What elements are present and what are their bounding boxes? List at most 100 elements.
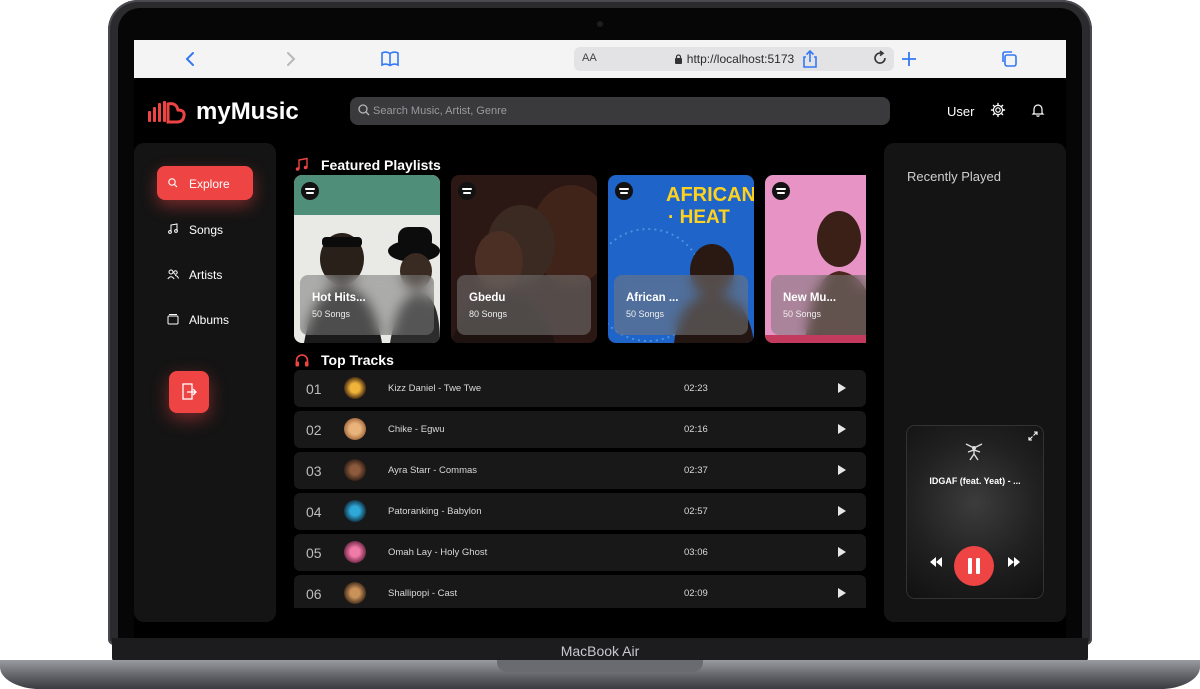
track-number: 06 [306,586,322,602]
svg-text:· HEAT: · HEAT [668,207,730,228]
top-tracks-heading: Top Tracks [321,352,394,368]
play-icon[interactable] [837,505,847,517]
spotify-icon [772,182,790,200]
track-number: 02 [306,422,322,438]
sidebar-item-label: Explore [189,177,230,191]
lock-icon [674,54,682,64]
sidebar-item-artists[interactable]: Artists [157,257,253,291]
recently-played-heading: Recently Played [907,169,1001,184]
track-artwork [344,541,366,563]
now-playing-title: IDGAF (feat. Yeat) - ... [929,476,1021,486]
music-notes-icon [295,157,308,171]
sidebar: Explore Songs Artists Albums [134,143,276,622]
brand-name: myMusic [196,98,299,125]
back-icon[interactable] [181,49,201,69]
new-tab-icon[interactable] [899,49,919,69]
spotify-icon [301,182,319,200]
play-icon[interactable] [837,382,847,394]
track-duration: 02:23 [684,383,708,394]
sidebar-item-albums[interactable]: Albums [157,302,253,336]
track-duration: 02:37 [684,465,708,476]
playlist-name: Hot Hits... [312,292,366,304]
fast-forward-icon[interactable] [1007,556,1021,568]
users-icon [167,269,179,280]
headphones-icon [295,354,309,367]
track-row[interactable]: 01 Kizz Daniel - Twe Twe 02:23 [294,370,866,407]
logout-button[interactable] [169,371,209,413]
bookmarks-icon[interactable] [380,49,400,69]
play-icon[interactable] [837,464,847,476]
track-duration: 02:09 [684,588,708,599]
playlist-info: African ... 50 Songs [614,275,748,335]
track-number: 05 [306,545,322,561]
track-duration: 03:06 [684,547,708,558]
brand-logo-icon [148,101,186,124]
search-input[interactable]: Search Music, Artist, Genre [350,97,890,125]
settings-gear-icon[interactable] [990,102,1006,118]
track-row[interactable]: 05 Omah Lay - Holy Ghost 03:06 [294,534,866,571]
music-note-icon [168,223,178,234]
search-icon [358,104,370,116]
expand-icon[interactable] [1028,431,1038,441]
logout-icon [182,383,197,400]
pause-button[interactable] [954,546,994,586]
playlist-info: Gbedu 80 Songs [457,275,591,335]
track-number: 01 [306,381,322,397]
playlist-carousel[interactable]: Hot Hits... 50 Songs Gbedu 80 Songs AFRI… [294,175,866,343]
notification-bell-icon[interactable] [1030,102,1046,118]
svg-text:AFRICAN: AFRICAN [666,184,754,206]
playlist-name: New Mu... [783,292,837,304]
user-menu[interactable]: User [947,104,974,119]
playlist-song-count: 80 Songs [469,309,508,319]
playlist-card[interactable]: AFRICAN · HEAT African ... 50 Songs [608,175,754,343]
forward-icon[interactable] [280,49,300,69]
reload-icon[interactable] [872,49,888,72]
share-icon[interactable] [800,49,820,69]
url-value: http://localhost:5173 [686,52,795,66]
sidebar-item-label: Artists [189,268,223,282]
tabs-overview-icon[interactable] [999,49,1019,69]
track-title: Chike - Egwu [388,424,445,435]
play-icon[interactable] [837,546,847,558]
album-icon [167,314,179,325]
device-label: MacBook Air [560,643,640,659]
track-artwork [344,500,366,522]
track-list: 01 Kizz Daniel - Twe Twe 02:23 02 Chike … [294,370,866,608]
track-title: Kizz Daniel - Twe Twe [388,383,482,394]
track-artwork [344,459,366,481]
playlist-card[interactable]: New Mu... 50 Songs [765,175,866,343]
browser-toolbar: AA http://localhost:5173 [134,40,1066,78]
rewind-icon[interactable] [929,556,943,568]
play-icon[interactable] [837,423,847,435]
address-bar[interactable]: AA http://localhost:5173 [574,47,894,71]
mini-player: IDGAF (feat. Yeat) - ... [907,426,1043,598]
track-artwork [344,377,366,399]
track-row[interactable]: 06 Shallipopi - Cast 02:09 [294,575,866,608]
playlist-info: Hot Hits... 50 Songs [300,275,434,335]
track-artwork [344,418,366,440]
search-placeholder: Search Music, Artist, Genre [373,105,507,117]
sidebar-item-explore[interactable]: Explore [157,166,253,200]
track-title: Patoranking - Babylon [388,506,482,517]
album-art-icon [965,443,983,461]
play-icon[interactable] [837,587,847,599]
track-row[interactable]: 02 Chike - Egwu 02:16 [294,411,866,448]
track-duration: 02:16 [684,424,708,435]
playlist-song-count: 50 Songs [783,309,822,319]
search-icon [168,178,178,188]
track-title: Ayra Starr - Commas [388,465,478,476]
track-number: 04 [306,504,322,520]
playlist-card[interactable]: Gbedu 80 Songs [451,175,597,343]
laptop-notch [497,660,703,672]
recently-played-panel: Recently Played IDGAF (feat. Yeat) - ... [884,143,1066,622]
track-title: Omah Lay - Holy Ghost [388,547,488,558]
url-text: http://localhost:5173 [574,52,894,66]
playlist-card[interactable]: Hot Hits... 50 Songs [294,175,440,343]
playlist-name: African ... [626,292,679,304]
playlist-song-count: 50 Songs [312,309,351,319]
sidebar-item-songs[interactable]: Songs [157,212,253,246]
track-row[interactable]: 04 Patoranking - Babylon 02:57 [294,493,866,530]
track-row[interactable]: 03 Ayra Starr - Commas 02:37 [294,452,866,489]
playlist-cover-title: AFRICAN · HEAT [666,184,754,228]
spotify-icon [458,182,476,200]
